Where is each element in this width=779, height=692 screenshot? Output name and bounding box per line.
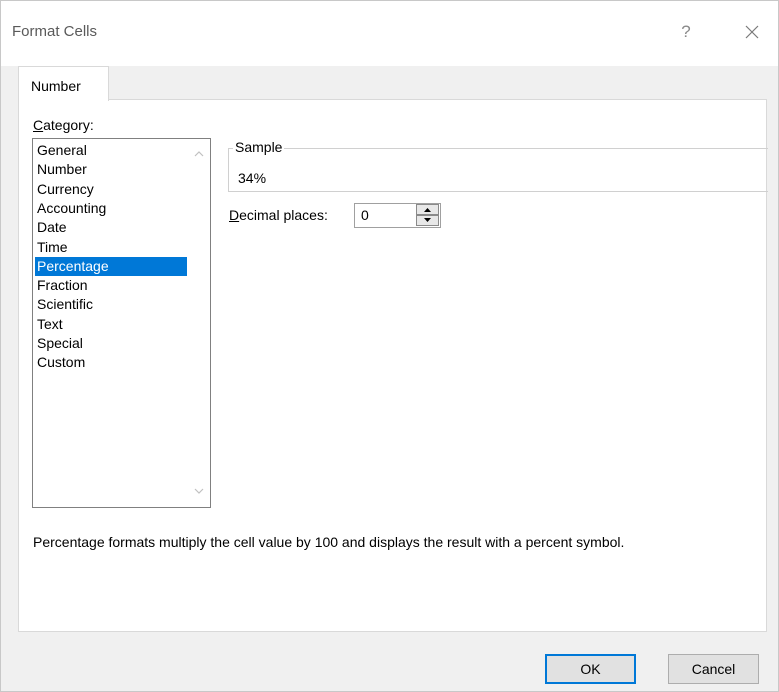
category-item[interactable]: General [35,141,187,160]
cancel-button[interactable]: Cancel [668,654,759,684]
category-item[interactable]: Scientific [35,295,187,314]
category-item[interactable]: Special [35,334,187,353]
category-label: Category: [33,117,94,133]
format-description: Percentage formats multiply the cell val… [33,534,625,550]
decimal-places-value: 0 [361,207,369,223]
title-bar: Format Cells ? [1,1,778,66]
decimal-places-label-text: ecimal places: [239,207,328,223]
category-item[interactable]: Date [35,218,187,237]
category-label-text: ategory: [43,117,94,133]
spin-up-icon [424,208,431,212]
tab-number[interactable]: Number [18,66,109,101]
category-item[interactable]: Time [35,238,187,257]
close-icon [745,25,759,39]
category-item[interactable]: Text [35,315,187,334]
decimal-places-label: Decimal places: [229,207,328,223]
decimal-places-accesskey: D [229,207,240,223]
format-cells-dialog: Format Cells ? Number Category: General N… [0,0,779,692]
spin-up-button[interactable] [416,204,439,215]
category-item[interactable]: Fraction [35,276,187,295]
sample-value: 34% [238,170,267,186]
sample-legend: Sample [233,139,285,155]
tab-number-label: Number [31,78,81,94]
category-item[interactable]: Currency [35,180,187,199]
close-button[interactable] [738,18,766,46]
category-item[interactable]: Custom [35,353,187,372]
category-label-accesskey: C [33,117,44,133]
ok-button[interactable]: OK [545,654,636,684]
dialog-title: Format Cells [12,23,98,40]
category-listbox[interactable]: General Number Currency Accounting Date Time P… [32,138,211,508]
sample-group [228,148,768,192]
category-item[interactable]: Accounting [35,199,187,218]
chevron-up-icon[interactable] [191,147,207,161]
spin-down-button[interactable] [416,215,439,226]
spin-down-icon [424,218,431,222]
help-button[interactable]: ? [673,19,699,45]
category-item[interactable]: Number [35,160,187,179]
chevron-down-icon[interactable] [191,484,207,498]
category-item[interactable]: Percentage [35,256,187,276]
